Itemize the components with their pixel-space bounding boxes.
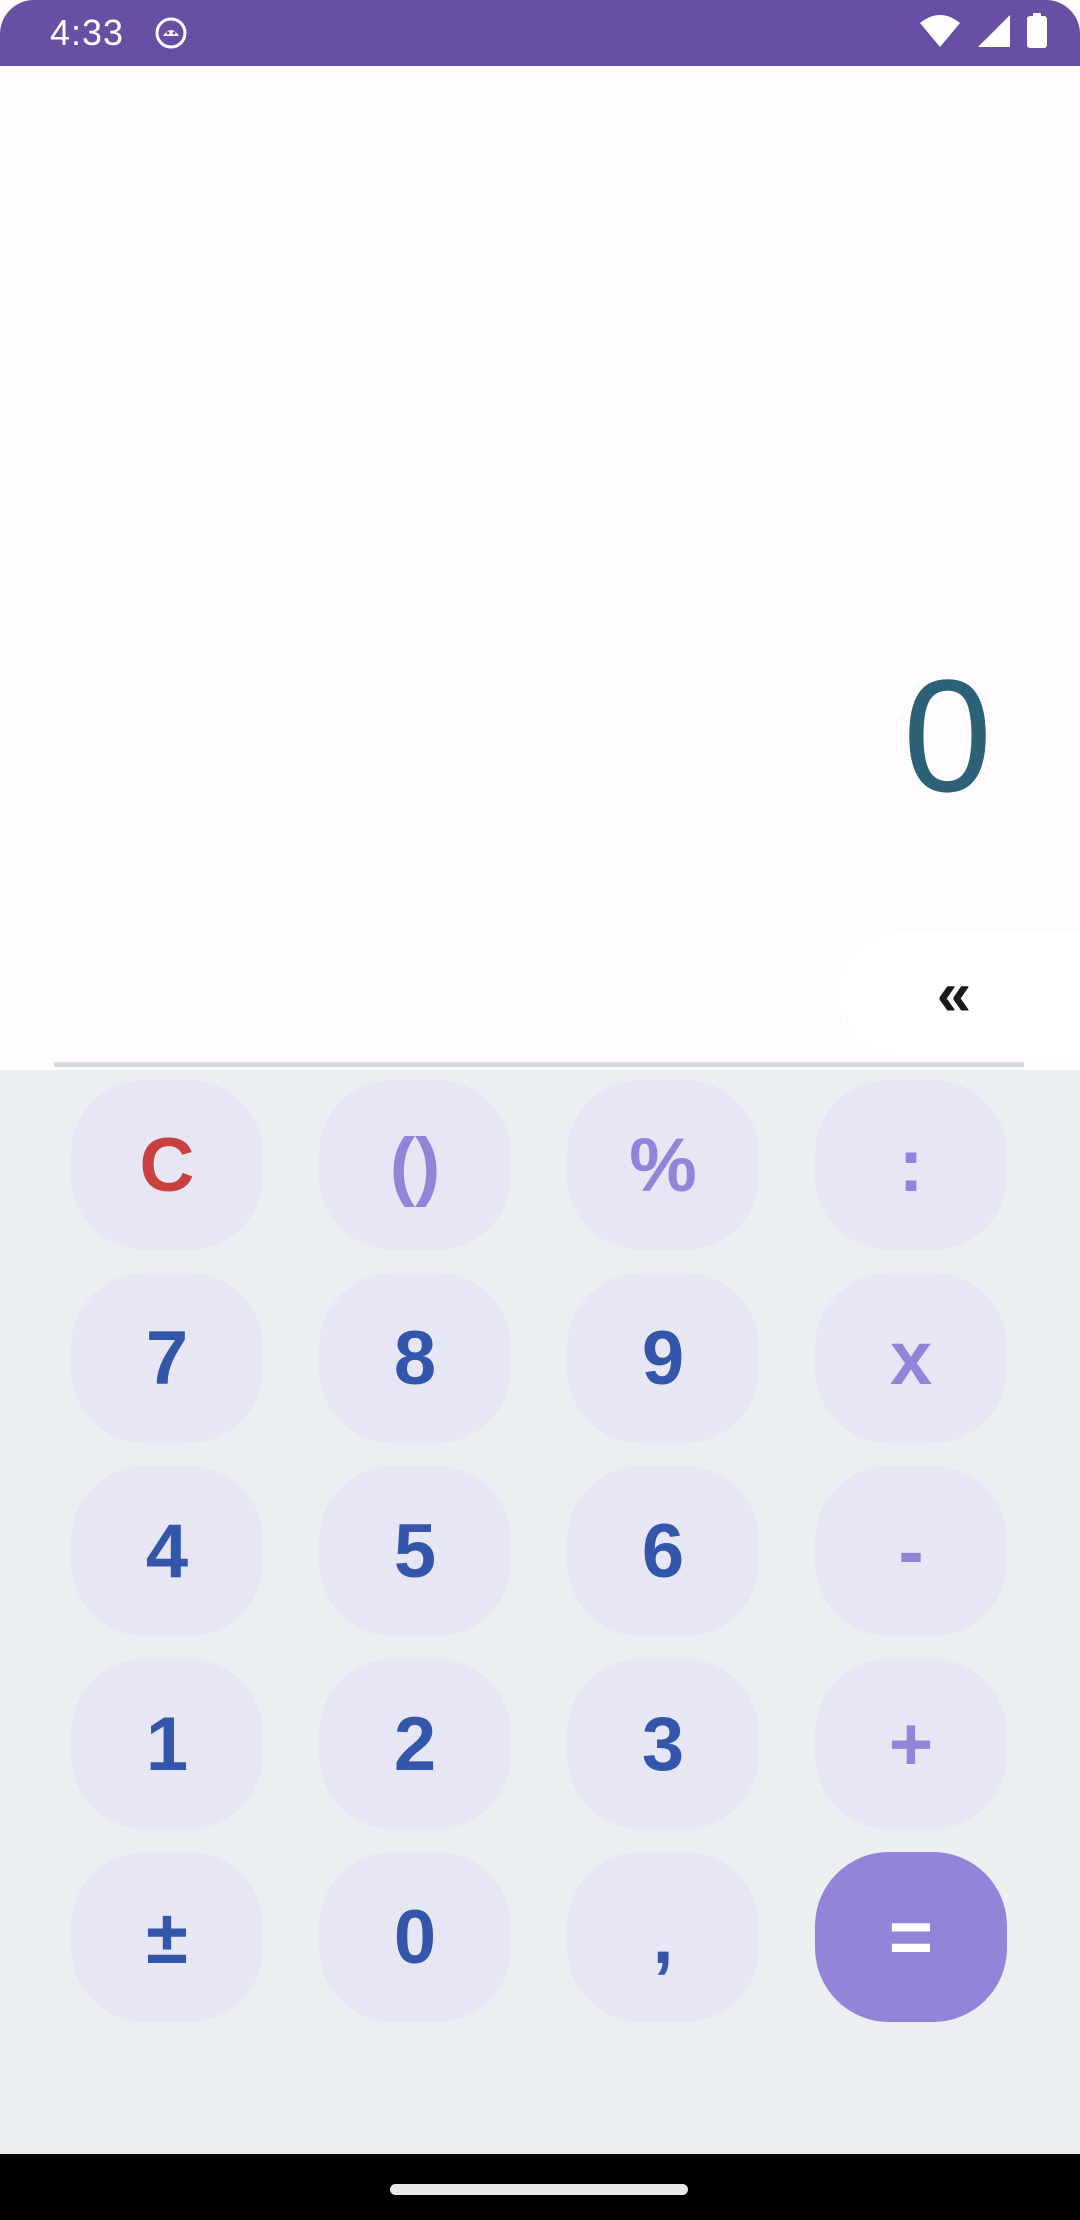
equals-button[interactable]: = <box>815 1852 1007 2022</box>
navigation-bar <box>0 2154 1080 2220</box>
divider <box>54 1062 1024 1067</box>
android-face-icon <box>154 16 188 50</box>
divide-button[interactable]: : <box>815 1080 1007 1250</box>
backspace-button[interactable]: « <box>838 932 1080 1056</box>
digit-1-button[interactable]: 1 <box>71 1659 263 1829</box>
home-handle[interactable] <box>390 2184 688 2195</box>
digit-4-button[interactable]: 4 <box>71 1466 263 1636</box>
cell-signal-icon <box>976 13 1012 54</box>
wifi-icon <box>918 13 962 54</box>
status-bar: 4:33 <box>0 0 1080 66</box>
parentheses-button[interactable]: () <box>319 1080 511 1250</box>
clear-button[interactable]: C <box>71 1080 263 1250</box>
decimal-comma-button[interactable]: , <box>567 1852 759 2022</box>
digit-3-button[interactable]: 3 <box>567 1659 759 1829</box>
add-button[interactable]: + <box>815 1659 1007 1829</box>
backspace-label: « <box>936 959 972 1029</box>
digit-2-button[interactable]: 2 <box>319 1659 511 1829</box>
plus-minus-button[interactable]: ± <box>71 1852 263 2022</box>
keypad: C () % : 7 8 9 x 4 5 6 - 1 2 3 + ± 0 , = <box>0 1070 1080 2154</box>
display-area: 0 « <box>0 66 1080 1070</box>
digit-5-button[interactable]: 5 <box>319 1466 511 1636</box>
digit-7-button[interactable]: 7 <box>71 1273 263 1443</box>
status-icons <box>918 12 1048 54</box>
result-display: 0 <box>903 646 992 825</box>
digit-6-button[interactable]: 6 <box>567 1466 759 1636</box>
battery-icon <box>1026 12 1048 54</box>
percent-button[interactable]: % <box>567 1080 759 1250</box>
multiply-button[interactable]: x <box>815 1273 1007 1443</box>
subtract-button[interactable]: - <box>815 1466 1007 1636</box>
digit-9-button[interactable]: 9 <box>567 1273 759 1443</box>
digit-0-button[interactable]: 0 <box>319 1852 511 2022</box>
digit-8-button[interactable]: 8 <box>319 1273 511 1443</box>
status-time: 4:33 <box>50 12 125 53</box>
